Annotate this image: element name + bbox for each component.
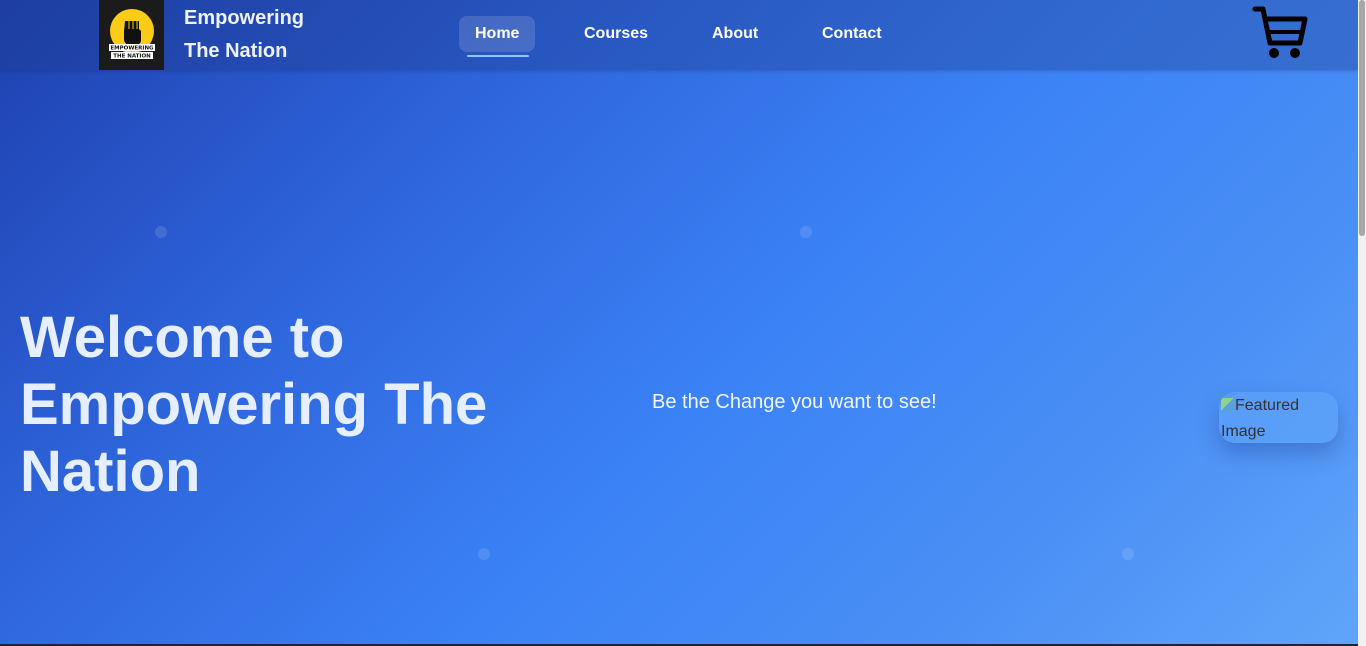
brand-name-line1: Empowering <box>184 7 305 29</box>
featured-image: Featured Image <box>1219 392 1338 443</box>
decorative-dot <box>155 226 167 238</box>
site-header: EMPOWERING THE NATION Empowering The Nat… <box>0 0 1358 70</box>
page-scrollbar[interactable] <box>1358 0 1366 646</box>
cart-button[interactable] <box>1252 4 1310 62</box>
page-background: EMPOWERING THE NATION Empowering The Nat… <box>0 0 1358 646</box>
nav-item-home[interactable]: Home <box>459 16 536 52</box>
decorative-dot <box>800 226 812 238</box>
decorative-dot <box>1122 548 1134 560</box>
nav-item-about[interactable]: About <box>696 16 774 52</box>
broken-image-icon <box>1221 398 1235 412</box>
decorative-dot <box>478 548 490 560</box>
shopping-cart-icon <box>1252 6 1308 58</box>
hero-tagline: Be the Change you want to see! <box>652 391 937 413</box>
brand-name-line2: The Nation <box>184 40 288 62</box>
site-logo[interactable]: EMPOWERING THE NATION <box>99 0 164 70</box>
brand-name[interactable]: Empowering The Nation <box>184 2 304 68</box>
scrollbar-thumb[interactable] <box>1359 0 1365 236</box>
hero-title: Welcome to Empowering The Nation <box>20 305 488 504</box>
active-nav-indicator <box>467 55 529 57</box>
logo-text-line1: EMPOWERING <box>110 46 154 52</box>
nav-item-contact[interactable]: Contact <box>806 16 898 52</box>
logo-text-line2: THE NATION <box>113 54 151 60</box>
fist-logo-icon: EMPOWERING THE NATION <box>108 9 155 60</box>
nav-item-courses[interactable]: Courses <box>568 16 664 52</box>
